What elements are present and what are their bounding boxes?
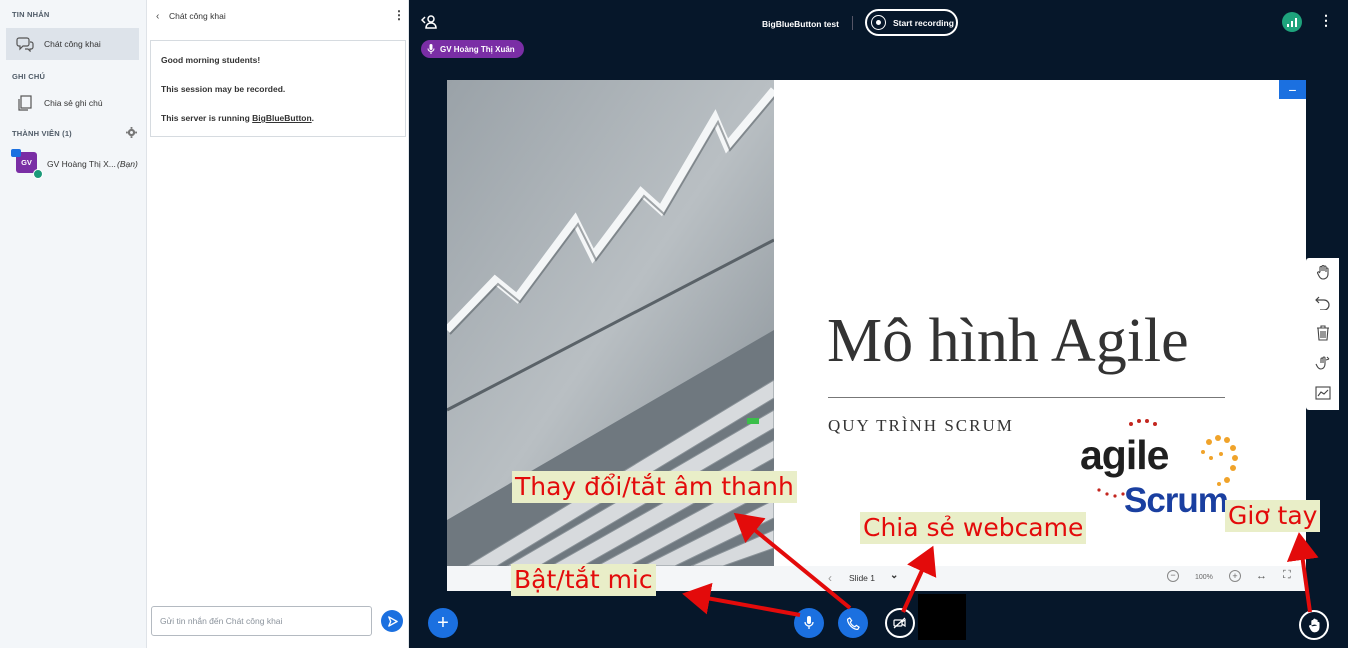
annotation-webcam: Chia sẻ webcame xyxy=(860,512,1087,544)
annotation-raise-hand: Giơ tay xyxy=(1225,500,1321,532)
annotation-arrows xyxy=(682,512,1319,617)
annotation-mic: Bật/tắt mic xyxy=(511,564,656,596)
annotation-audio: Thay đổi/tắt âm thanh xyxy=(512,471,797,503)
